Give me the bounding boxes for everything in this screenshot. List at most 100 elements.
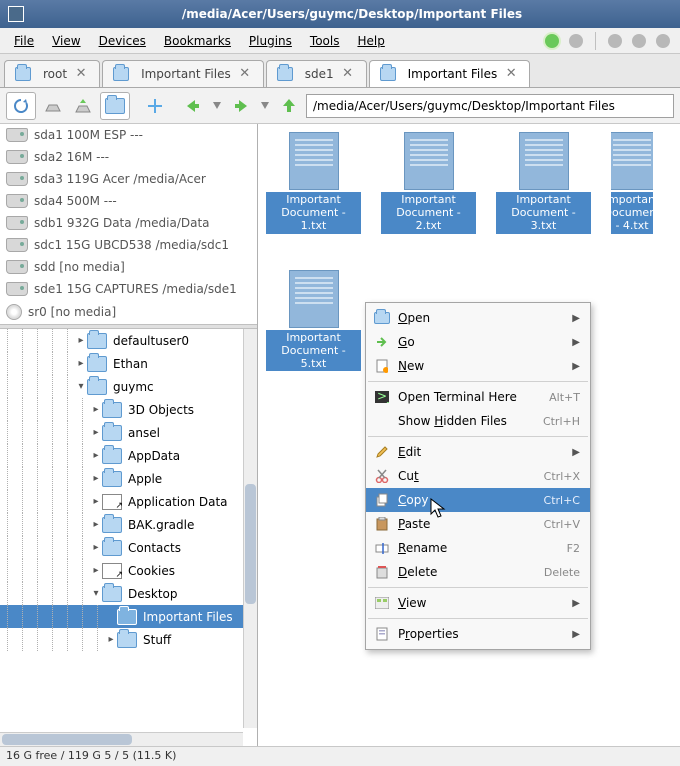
menu-file[interactable]: File	[6, 31, 42, 51]
menu-bookmarks[interactable]: Bookmarks	[156, 31, 239, 51]
tree-arrow[interactable]: ▸	[90, 404, 102, 415]
tree-arrow[interactable]: ▸	[75, 358, 87, 369]
file-item[interactable]: Important Document - 1.txt	[266, 132, 361, 234]
app-icon	[8, 6, 24, 22]
ctx-show-hidden-files[interactable]: Show Hidden FilesCtrl+H	[366, 409, 590, 433]
menu-help[interactable]: Help	[349, 31, 392, 51]
close-icon[interactable]: ✕	[237, 67, 253, 81]
tree-arrow[interactable]: ▾	[90, 588, 102, 599]
tree-row[interactable]: ▸↗Application Data	[0, 490, 257, 513]
tree-arrow[interactable]: ▾	[75, 381, 87, 392]
device-row[interactable]: sda3 119G Acer /media/Acer	[0, 168, 257, 190]
ctx-go[interactable]: Go▶	[366, 330, 590, 354]
menu-tools[interactable]: Tools	[302, 31, 348, 51]
close-icon[interactable]: ✕	[503, 67, 519, 81]
drive-icon	[6, 260, 28, 274]
tab-1[interactable]: Important Files ✕	[102, 60, 264, 87]
ctx-open[interactable]: Open▶	[366, 306, 590, 330]
file-label: Important Document - 5.txt	[266, 330, 361, 372]
tree-row[interactable]: ▸ AppData	[0, 444, 257, 467]
submenu-arrow-icon: ▶	[572, 361, 580, 372]
tree-row[interactable]: ▸Contacts	[0, 536, 257, 559]
ctx-properties[interactable]: Properties▶	[366, 622, 590, 646]
device-row[interactable]: sda1 100M ESP ---	[0, 124, 257, 146]
tree-label: AppData	[128, 449, 180, 463]
tree-label: BAK.gradle	[128, 518, 194, 532]
tree-row[interactable]: ▾guymc	[0, 375, 257, 398]
device-row[interactable]: sdd [no media]	[0, 256, 257, 278]
tree-scrollbar-h[interactable]	[0, 732, 243, 746]
file-item[interactable]: Important Document - 4.txt	[611, 132, 653, 234]
tree-row[interactable]: ▸Ethan	[0, 352, 257, 375]
back-button[interactable]	[180, 93, 206, 119]
status-dot[interactable]	[608, 34, 622, 48]
eject-button[interactable]	[40, 93, 66, 119]
status-dot[interactable]	[656, 34, 670, 48]
ctx-label: Cut	[398, 469, 536, 483]
file-thumb	[519, 132, 569, 190]
device-row[interactable]: sdb1 932G Data /media/Data	[0, 212, 257, 234]
paste-icon	[374, 516, 390, 532]
status-dot-active[interactable]	[545, 34, 559, 48]
tree-scrollbar-v[interactable]	[243, 329, 257, 728]
ctx-new[interactable]: New▶	[366, 354, 590, 378]
copy-icon	[374, 492, 390, 508]
forward-history-button[interactable]	[258, 93, 272, 119]
up-button[interactable]	[276, 93, 302, 119]
tree-row[interactable]: ▸Stuff	[0, 628, 257, 651]
tree-row[interactable]: ▸ BAK.gradle	[0, 513, 257, 536]
tab-3[interactable]: Important Files✕	[369, 60, 531, 87]
status-dot[interactable]	[569, 34, 583, 48]
tree-arrow[interactable]: ▸	[90, 542, 102, 553]
ctx-cut[interactable]: CutCtrl+X	[366, 464, 590, 488]
tree-arrow[interactable]: ▸	[90, 473, 102, 484]
tree-row[interactable]: ▸3D Objects	[0, 398, 257, 421]
file-item[interactable]: Important Document - 5.txt	[266, 270, 361, 372]
ctx-paste[interactable]: PasteCtrl+V	[366, 512, 590, 536]
menu-plugins[interactable]: Plugins	[241, 31, 300, 51]
forward-button[interactable]	[228, 93, 254, 119]
tree-arrow[interactable]: ▸	[75, 335, 87, 346]
refresh-button[interactable]	[6, 92, 36, 120]
tree-row[interactable]: ▸↗Cookies	[0, 559, 257, 582]
device-row[interactable]: sdc1 15G UBCD538 /media/sdc1	[0, 234, 257, 256]
tree-row[interactable]: ▸ansel	[0, 421, 257, 444]
ctx-rename[interactable]: RenameF2	[366, 536, 590, 560]
add-button[interactable]	[142, 93, 168, 119]
menubar: File View Devices Bookmarks Plugins Tool…	[0, 28, 680, 54]
menu-devices[interactable]: Devices	[91, 31, 154, 51]
tree-arrow[interactable]: ▸	[90, 427, 102, 438]
address-bar[interactable]	[306, 94, 674, 118]
ctx-delete[interactable]: DeleteDelete	[366, 560, 590, 584]
close-icon[interactable]: ✕	[340, 67, 356, 81]
file-item[interactable]: Important Document - 3.txt	[496, 132, 591, 234]
tree-arrow[interactable]: ▸	[90, 496, 102, 507]
status-dot[interactable]	[632, 34, 646, 48]
ctx-copy[interactable]: CopyCtrl+C	[366, 488, 590, 512]
device-row[interactable]: sde1 15G CAPTURES /media/sde1	[0, 278, 257, 300]
close-icon[interactable]: ✕	[73, 67, 89, 81]
file-item[interactable]: Important Document - 2.txt	[381, 132, 476, 234]
go-icon	[374, 334, 390, 350]
tree-row[interactable]: Important Files	[0, 605, 257, 628]
tree-arrow[interactable]: ▸	[90, 450, 102, 461]
device-row[interactable]: sda4 500M ---	[0, 190, 257, 212]
open-folder-button[interactable]	[100, 92, 130, 120]
tab-label: Important Files	[141, 67, 231, 81]
tree-arrow[interactable]: ▸	[90, 519, 102, 530]
tab-0[interactable]: root✕	[4, 60, 100, 87]
tree-arrow[interactable]: ▸	[105, 634, 117, 645]
tree-arrow[interactable]: ▸	[90, 565, 102, 576]
ctx-edit[interactable]: Edit▶	[366, 440, 590, 464]
eject-up-button[interactable]	[70, 93, 96, 119]
ctx-open-terminal-here[interactable]: >_Open Terminal HereAlt+T	[366, 385, 590, 409]
back-history-button[interactable]	[210, 93, 224, 119]
device-row[interactable]: sda2 16M ---	[0, 146, 257, 168]
ctx-view[interactable]: View▶	[366, 591, 590, 615]
device-row[interactable]: sr0 [no media]	[0, 300, 257, 324]
tree-row[interactable]: ▾Desktop	[0, 582, 257, 605]
tab-2[interactable]: sde1✕	[266, 60, 367, 87]
menu-view[interactable]: View	[44, 31, 88, 51]
tree-row[interactable]: ▸Apple	[0, 467, 257, 490]
tree-row[interactable]: ▸defaultuser0	[0, 329, 257, 352]
